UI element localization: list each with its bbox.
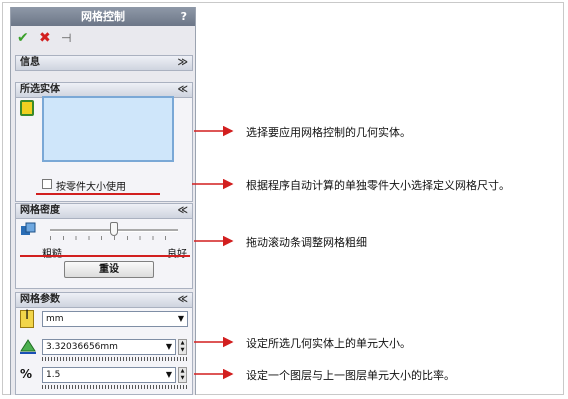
annotation-text: 设定所选几何实体上的单元大小。	[246, 337, 411, 350]
annotation-text: 设定一个图层与上一图层单元大小的比率。	[246, 369, 455, 382]
annotation-text: 拖动滚动条调整网格粗细	[246, 236, 367, 249]
annotation-text: 选择要应用网格控制的几何实体。	[246, 126, 411, 139]
annotation-text: 根据程序自动计算的单独零件大小选择定义网格尺寸。	[246, 179, 510, 192]
